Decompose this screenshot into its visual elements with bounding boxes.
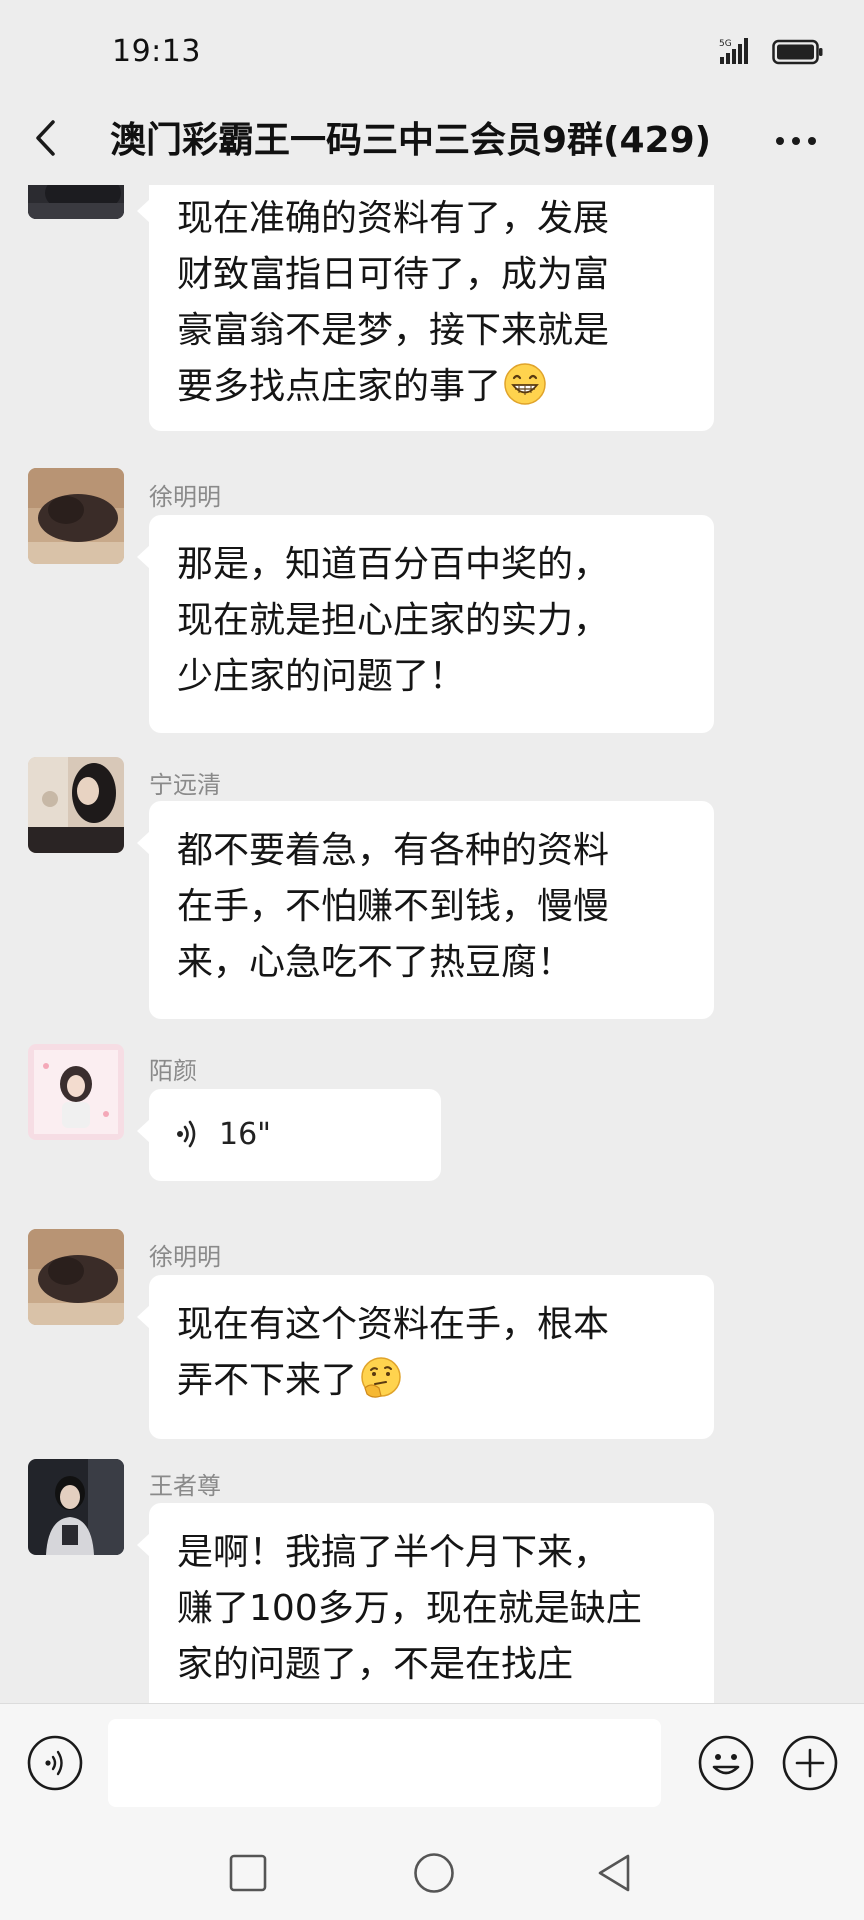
battery-icon xyxy=(772,39,823,65)
message-text: 都不要着急，有各种的资料 在手，不怕赚不到钱，慢慢 来，心急吃不了热豆腐！ xyxy=(177,830,610,983)
voice-input-icon[interactable] xyxy=(26,1734,84,1792)
message-bubble[interactable]: 现在准确的资料有了，发展 财致富指日可待了，成为富 豪富翁不是梦，接下来就是 要… xyxy=(137,185,714,431)
avatar[interactable] xyxy=(28,468,124,564)
voice-message[interactable]: 16" xyxy=(175,1111,415,1157)
status-bar: 19:13 5G xyxy=(0,0,864,95)
input-bar xyxy=(0,1703,864,1822)
avatar[interactable] xyxy=(28,185,124,219)
message-bubble[interactable]: 是啊！我搞了半个月下来， 赚了100多万，现在就是缺庄 家的问题了，不是在找庄 xyxy=(137,1503,714,1703)
system-nav-bar xyxy=(0,1821,864,1920)
home-icon[interactable] xyxy=(412,1851,456,1895)
voice-duration: 16" xyxy=(219,1116,271,1152)
chevron-left-icon[interactable] xyxy=(28,113,64,163)
back-triangle-icon[interactable] xyxy=(594,1851,634,1895)
sender-name: 宁远清 xyxy=(149,771,221,799)
network-type: 5G xyxy=(719,39,732,49)
voice-wave-icon xyxy=(177,1120,196,1148)
voice-message-bubble[interactable]: 16" xyxy=(137,1089,441,1181)
message-text: 现在有这个资料在手，根本 弄不下来了 xyxy=(177,1304,610,1401)
signal-bars-icon: 5G xyxy=(719,38,748,64)
sender-name: 王者尊 xyxy=(149,1472,221,1500)
sender-name: 徐明明 xyxy=(149,1243,221,1271)
grin-emoji xyxy=(504,363,546,405)
smiley-icon[interactable] xyxy=(697,1734,755,1792)
sender-name: 徐明明 xyxy=(149,483,221,511)
status-time: 19:13 xyxy=(112,34,201,69)
chat-title: 澳门彩霸王一码三中三会员9群(429) xyxy=(110,120,712,161)
message-text: 现在准确的资料有了，发展 财致富指日可待了，成为富 豪富翁不是梦，接下来就是 要… xyxy=(177,198,610,407)
message-text: 那是，知道百分百中奖的， 现在就是担心庄家的实力， 少庄家的问题了！ xyxy=(177,544,610,697)
message-list[interactable]: 现在准确的资料有了，发展 财致富指日可待了，成为富 豪富翁不是梦，接下来就是 要… xyxy=(0,185,864,1703)
sender-name: 陌颜 xyxy=(149,1057,197,1085)
chat-screen: 19:13 5G 澳门彩霸王一码三中三会员9群(429) 现在准确的资料有了，发… xyxy=(0,0,864,1920)
message-bubble[interactable]: 都不要着急，有各种的资料 在手，不怕赚不到钱，慢慢 来，心急吃不了热豆腐！ xyxy=(137,801,714,1019)
avatar[interactable] xyxy=(28,757,124,853)
plus-circle-icon[interactable] xyxy=(781,1734,839,1792)
avatar[interactable] xyxy=(28,1229,124,1325)
recent-apps-icon[interactable] xyxy=(228,1853,268,1893)
avatar[interactable] xyxy=(28,1044,124,1140)
thinking-emoji xyxy=(361,1357,401,1398)
avatar[interactable] xyxy=(28,1459,124,1555)
more-dots-icon[interactable] xyxy=(774,135,818,147)
message-bubble[interactable]: 那是，知道百分百中奖的， 现在就是担心庄家的实力， 少庄家的问题了！ xyxy=(137,515,714,733)
chat-header: 澳门彩霸王一码三中三会员9群(429) xyxy=(0,95,864,185)
message-input[interactable] xyxy=(108,1719,661,1807)
message-text: 是啊！我搞了半个月下来， 赚了100多万，现在就是缺庄 家的问题了，不是在找庄 xyxy=(177,1532,642,1685)
message-bubble[interactable]: 现在有这个资料在手，根本 弄不下来了 xyxy=(137,1275,714,1439)
